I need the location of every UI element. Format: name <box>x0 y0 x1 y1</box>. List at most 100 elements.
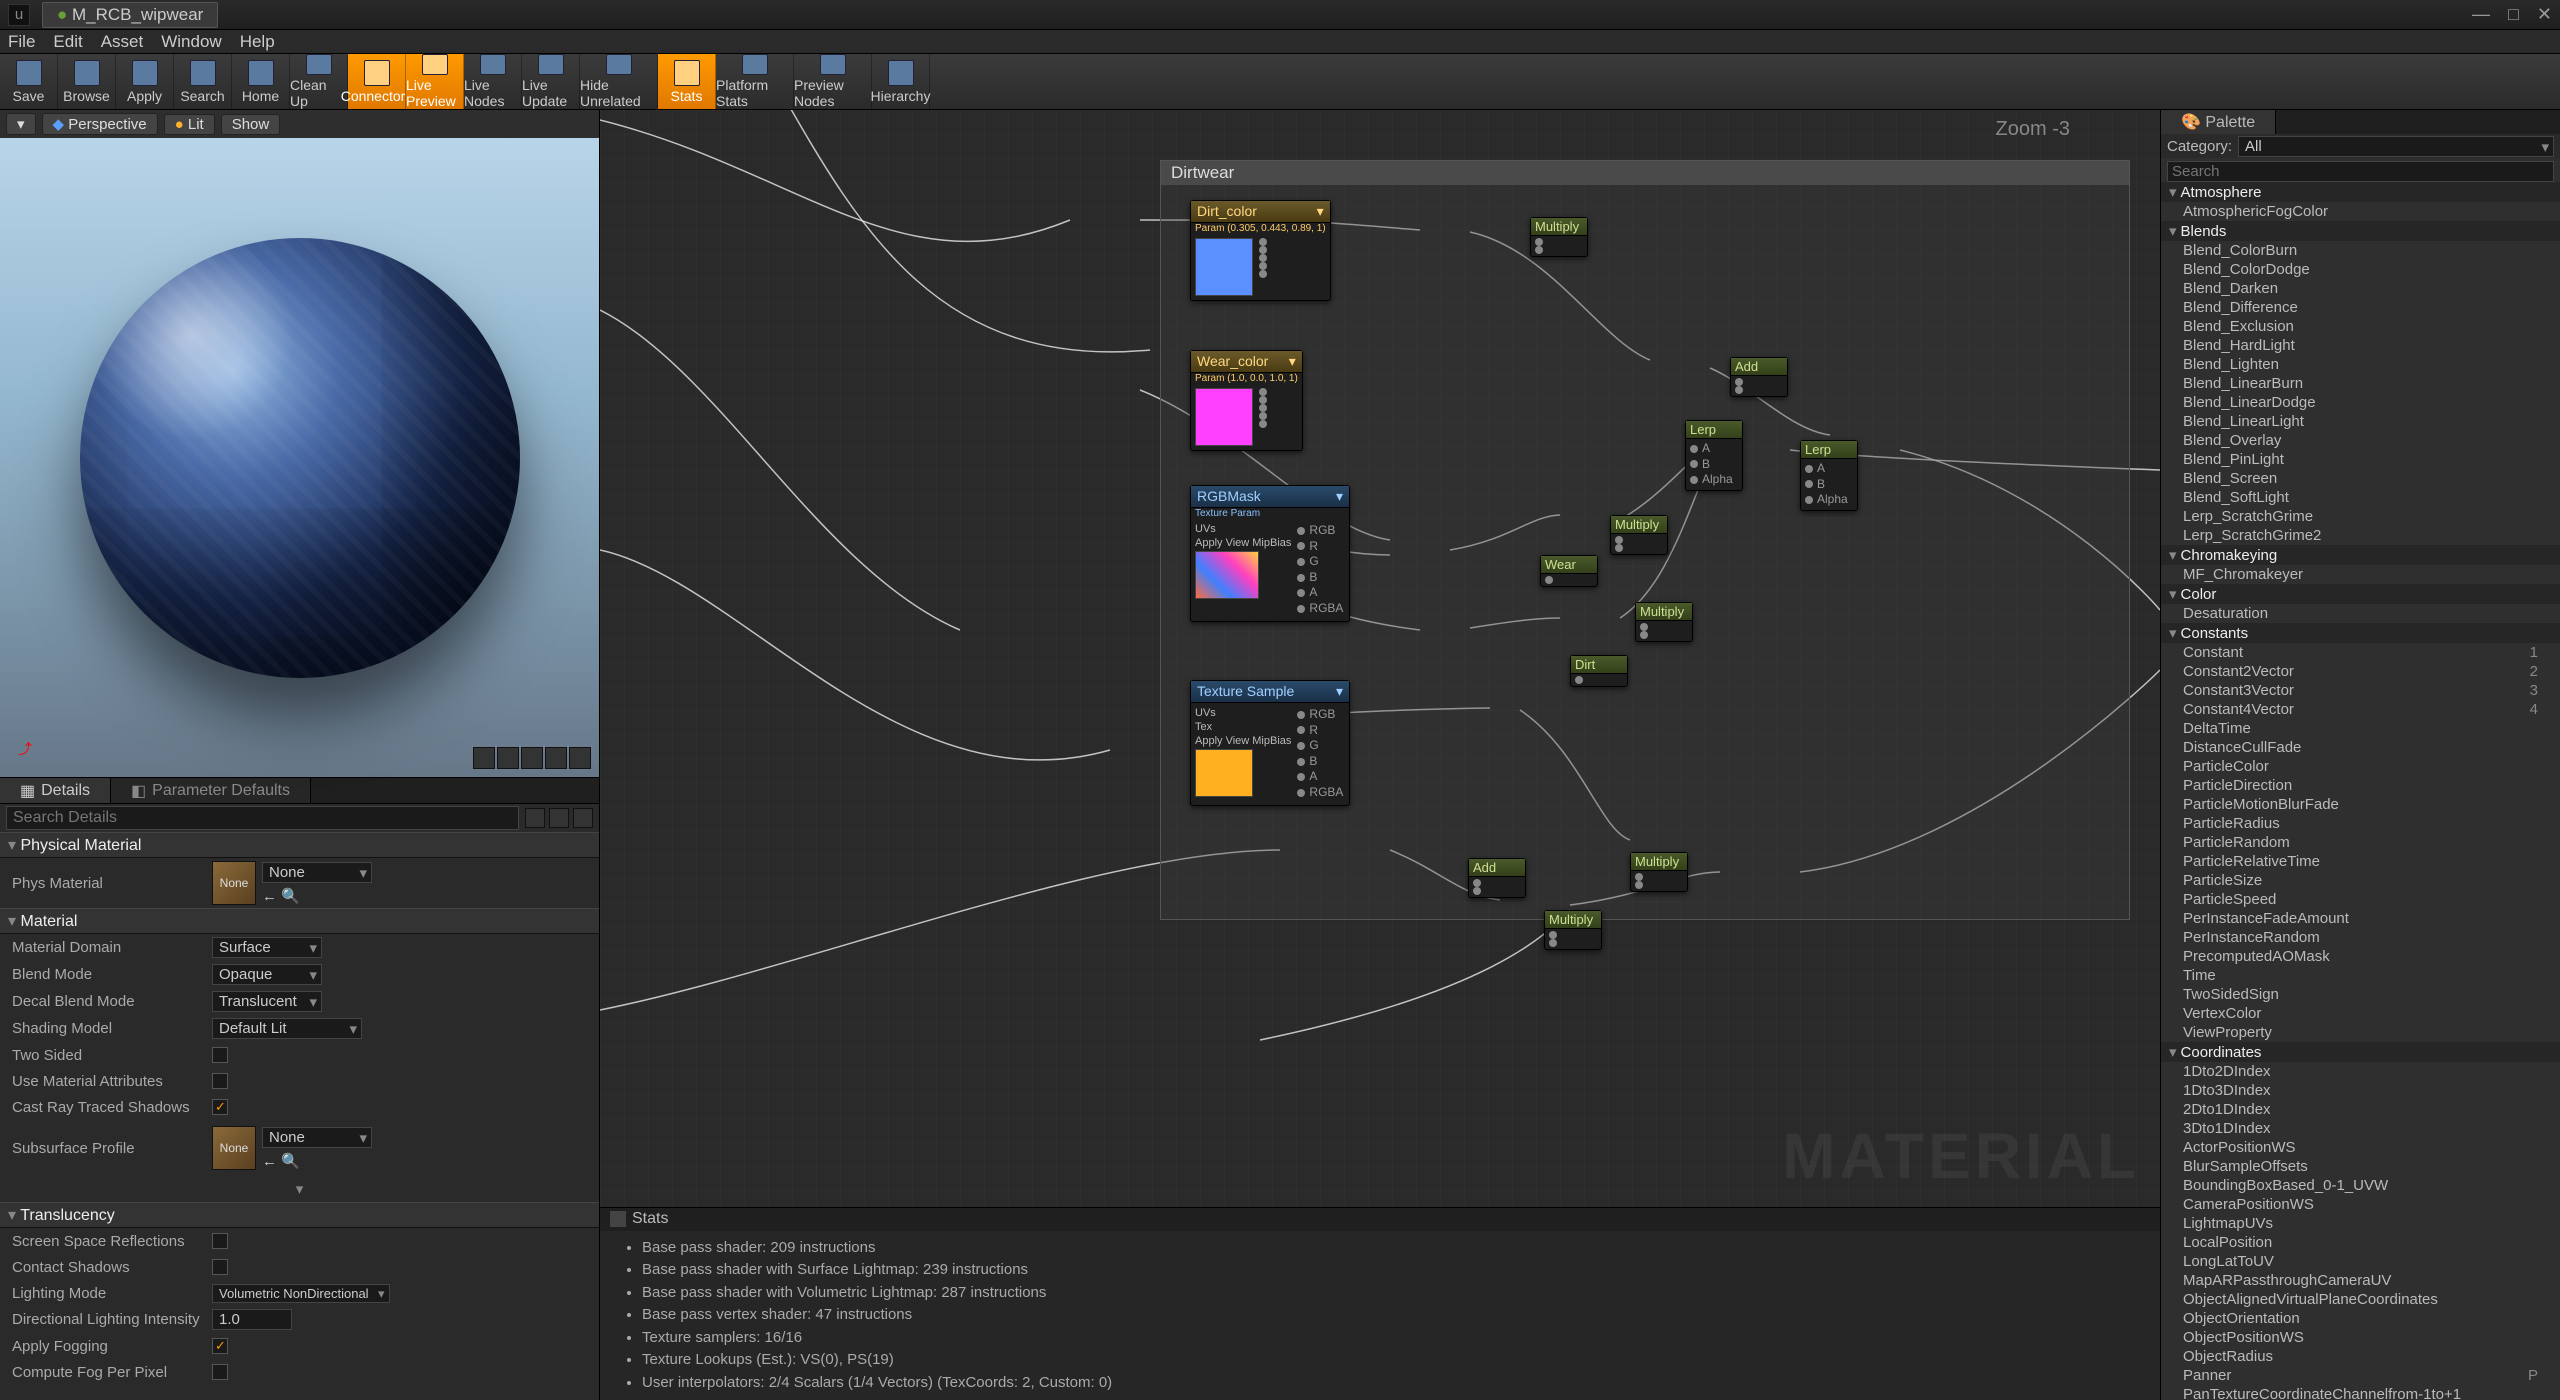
palette-item[interactable]: ParticleColor <box>2161 757 2560 776</box>
palette-item[interactable]: 3Dto1DIndex <box>2161 1119 2560 1138</box>
preview-viewport[interactable]: ⤴ <box>0 138 599 778</box>
palette-item[interactable]: VertexColor <box>2161 1004 2560 1023</box>
two-sided-checkbox[interactable] <box>212 1047 228 1063</box>
node-wear-color[interactable]: Wear_color▾ Param (1.0, 0.0, 1.0, 1) <box>1190 350 1303 451</box>
palette-item[interactable]: 2Dto1DIndex <box>2161 1100 2560 1119</box>
apply-fogging-checkbox[interactable] <box>212 1338 228 1354</box>
palette-item[interactable]: ObjectRadius <box>2161 1347 2560 1366</box>
eye-icon[interactable] <box>549 808 569 828</box>
lighting-mode-dropdown[interactable]: Volumetric NonDirectional <box>212 1284 390 1303</box>
palette-category[interactable]: Blends <box>2161 221 2560 241</box>
node-multiply-5[interactable]: Multiply <box>1630 852 1688 892</box>
show-button[interactable]: Show <box>221 114 281 135</box>
cast-ray-shadows-checkbox[interactable] <box>212 1099 228 1115</box>
toolbar-home-button[interactable]: Home <box>232 54 290 109</box>
phys-material-thumb[interactable]: None <box>212 861 256 905</box>
decal-blend-dropdown[interactable]: Translucent <box>212 991 322 1012</box>
palette-item[interactable]: Blend_LinearLight <box>2161 412 2560 431</box>
section-physical-material[interactable]: Physical Material <box>0 832 599 858</box>
palette-item[interactable]: CameraPositionWS <box>2161 1195 2560 1214</box>
lit-button[interactable]: ● Lit <box>164 114 215 135</box>
palette-item[interactable]: ParticleSize <box>2161 871 2560 890</box>
dli-input[interactable]: 1.0 <box>212 1309 292 1330</box>
shape-mesh-button[interactable] <box>569 747 591 769</box>
node-multiply-3[interactable]: Multiply <box>1635 602 1693 642</box>
palette-item[interactable]: Blend_ColorDodge <box>2161 260 2560 279</box>
subsurf-reset-arrow-icon[interactable]: ← <box>262 1153 277 1170</box>
node-multiply-1[interactable]: Multiply <box>1530 217 1588 257</box>
shading-model-dropdown[interactable]: Default Lit <box>212 1018 362 1039</box>
palette-item[interactable]: DistanceCullFade <box>2161 738 2560 757</box>
blend-mode-dropdown[interactable]: Opaque <box>212 964 322 985</box>
section-translucency[interactable]: Translucency <box>0 1202 599 1228</box>
palette-item[interactable]: ObjectOrientation <box>2161 1309 2560 1328</box>
palette-item[interactable]: ParticleDirection <box>2161 776 2560 795</box>
perspective-button[interactable]: ◆ Perspective <box>42 113 158 135</box>
palette-item[interactable]: ObjectPositionWS <box>2161 1328 2560 1347</box>
material-graph[interactable]: Dirtwear Zoom -3 MATERIAL Dirt_color▾ Pa… <box>600 110 2160 1207</box>
palette-item[interactable]: 1Dto3DIndex <box>2161 1081 2560 1100</box>
palette-item[interactable]: TwoSidedSign <box>2161 985 2560 1004</box>
material-domain-dropdown[interactable]: Surface <box>212 937 322 958</box>
toolbar-hierarchy-button[interactable]: Hierarchy <box>872 54 930 109</box>
expand-icon[interactable]: ▾ <box>296 1180 304 1198</box>
subsurf-browse-icon[interactable]: 🔍 <box>281 1153 300 1170</box>
shape-sphere-button[interactable] <box>497 747 519 769</box>
stats-tab[interactable]: Stats <box>600 1207 2160 1231</box>
menu-help[interactable]: Help <box>240 32 275 52</box>
menu-asset[interactable]: Asset <box>101 32 144 52</box>
palette-item[interactable]: MF_Chromakeyer <box>2161 565 2560 584</box>
palette-item[interactable]: AtmosphericFogColor <box>2161 202 2560 221</box>
toolbar-live-preview-button[interactable]: Live Preview <box>406 54 464 109</box>
palette-item[interactable]: Constant4Vector4 <box>2161 700 2560 719</box>
ssr-checkbox[interactable] <box>212 1233 228 1249</box>
window-tab[interactable]: ● M_RCB_wipwear <box>42 2 218 28</box>
node-add[interactable]: Add <box>1730 357 1788 397</box>
palette-item[interactable]: ParticleRelativeTime <box>2161 852 2560 871</box>
palette-category[interactable]: Chromakeying <box>2161 545 2560 565</box>
palette-item[interactable]: Lerp_ScratchGrime2 <box>2161 526 2560 545</box>
palette-search-input[interactable] <box>2167 161 2554 182</box>
palette-category[interactable]: Color <box>2161 584 2560 604</box>
toolbar-browse-button[interactable]: Browse <box>58 54 116 109</box>
palette-item[interactable]: PerInstanceFadeAmount <box>2161 909 2560 928</box>
toolbar-save-button[interactable]: Save <box>0 54 58 109</box>
palette-item[interactable]: Constant3Vector3 <box>2161 681 2560 700</box>
shape-cylinder-button[interactable] <box>473 747 495 769</box>
palette-item[interactable]: BlurSampleOffsets <box>2161 1157 2560 1176</box>
subsurface-dropdown[interactable]: None <box>262 1127 372 1148</box>
palette-category[interactable]: Constants <box>2161 623 2560 643</box>
toolbar-search-button[interactable]: Search <box>174 54 232 109</box>
toolbar-preview-nodes-button[interactable]: Preview Nodes <box>794 54 872 109</box>
palette-item[interactable]: LocalPosition <box>2161 1233 2560 1252</box>
palette-item[interactable]: PrecomputedAOMask <box>2161 947 2560 966</box>
phys-browse-icon[interactable]: 🔍 <box>281 888 300 905</box>
node-add-2[interactable]: Add <box>1468 858 1526 898</box>
minimize-button[interactable]: — <box>2472 4 2490 25</box>
palette-item[interactable]: ParticleRandom <box>2161 833 2560 852</box>
phys-material-dropdown[interactable]: None <box>262 862 372 883</box>
palette-item[interactable]: Blend_PinLight <box>2161 450 2560 469</box>
palette-item[interactable]: Desaturation <box>2161 604 2560 623</box>
palette-item[interactable]: PerInstanceRandom <box>2161 928 2560 947</box>
node-wear[interactable]: Wear <box>1540 555 1598 587</box>
palette-item[interactable]: ParticleMotionBlurFade <box>2161 795 2560 814</box>
palette-item[interactable]: ParticleRadius <box>2161 814 2560 833</box>
subsurface-thumb[interactable]: None <box>212 1126 256 1170</box>
toolbar-stats-button[interactable]: Stats <box>658 54 716 109</box>
palette-item[interactable]: Blend_Darken <box>2161 279 2560 298</box>
node-texture-sample[interactable]: Texture Sample▾ UVsTexApply View MipBias… <box>1190 680 1350 806</box>
toolbar-apply-button[interactable]: Apply <box>116 54 174 109</box>
palette-item[interactable]: ParticleSpeed <box>2161 890 2560 909</box>
palette-item[interactable]: BoundingBoxBased_0-1_UVW <box>2161 1176 2560 1195</box>
palette-item[interactable]: PanTextureCoordinateChannelfrom-1to+1 <box>2161 1385 2560 1400</box>
toolbar-clean-up-button[interactable]: Clean Up <box>290 54 348 109</box>
palette-item[interactable]: Blend_Difference <box>2161 298 2560 317</box>
palette-item[interactable]: DeltaTime <box>2161 719 2560 738</box>
palette-item[interactable]: MapARPassthroughCameraUV <box>2161 1271 2560 1290</box>
search-icon[interactable] <box>525 808 545 828</box>
compute-fog-checkbox[interactable] <box>212 1364 228 1380</box>
viewport-options-button[interactable]: ▾ <box>6 113 36 135</box>
palette-item[interactable]: Blend_Lighten <box>2161 355 2560 374</box>
search-details-input[interactable] <box>6 806 519 830</box>
